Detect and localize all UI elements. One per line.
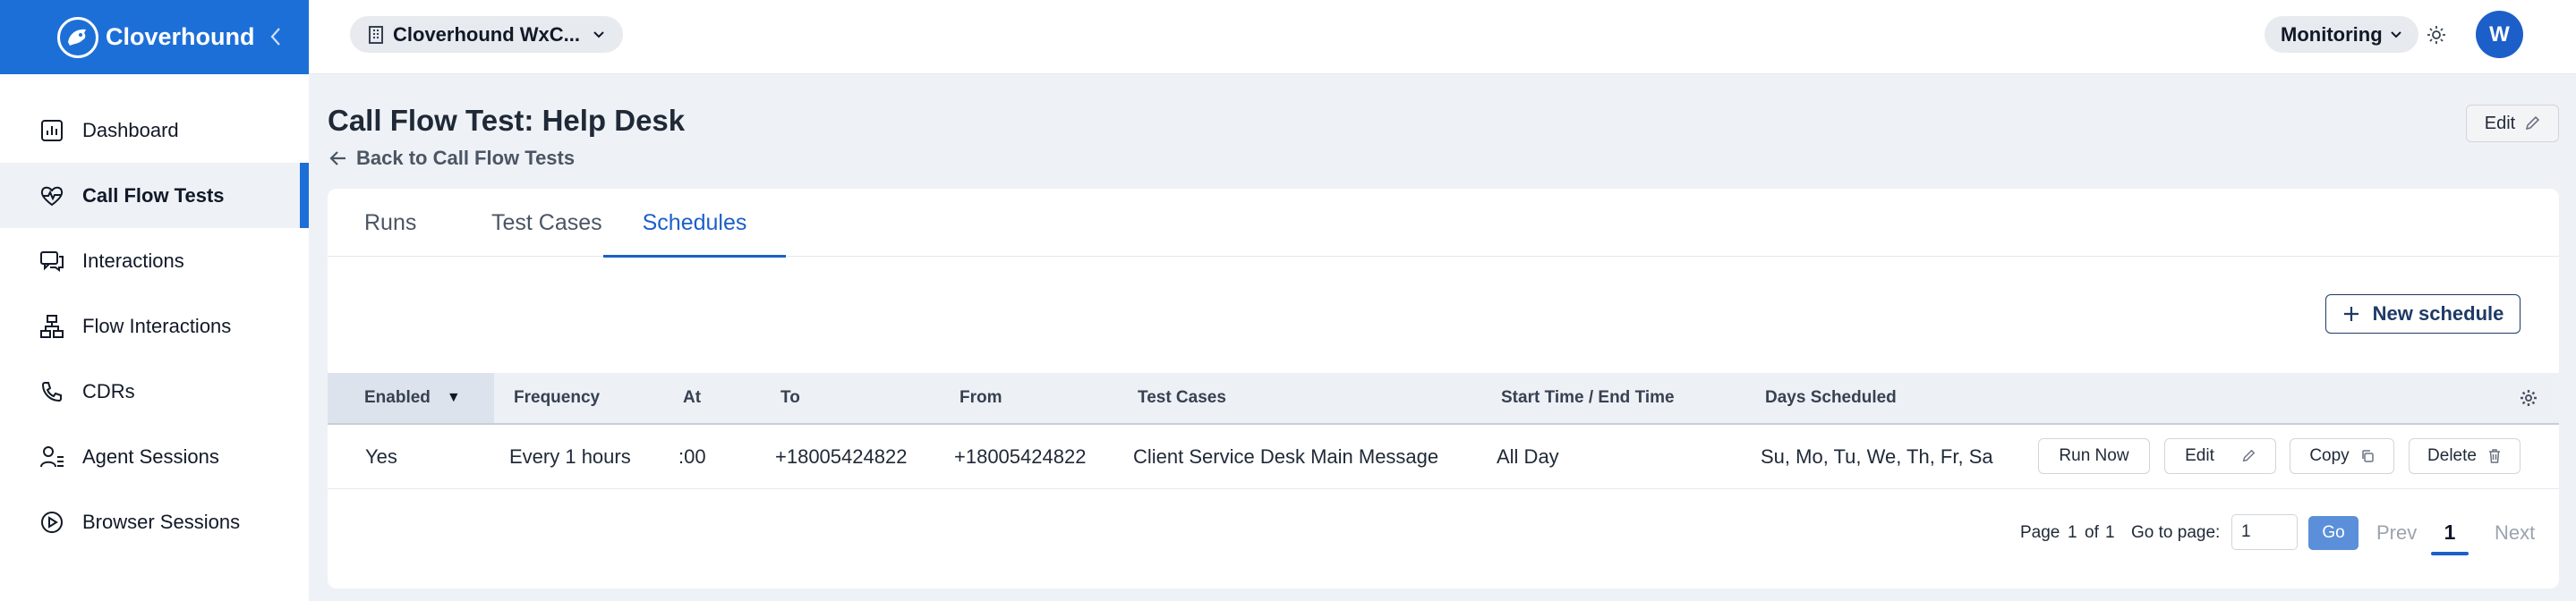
tab-runs[interactable]: Runs bbox=[364, 189, 416, 257]
sidebar-item-interactions[interactable]: Interactions bbox=[0, 228, 309, 293]
back-link-label: Back to Call Flow Tests bbox=[356, 147, 576, 169]
sort-descending-icon: ▼ bbox=[446, 390, 461, 405]
chevron-down-icon bbox=[2390, 30, 2402, 39]
sidebar-item-label: Dashboard bbox=[82, 118, 179, 141]
sidebar-item-call-flow-tests[interactable]: Call Flow Tests bbox=[0, 163, 309, 228]
heart-pulse-icon bbox=[38, 182, 66, 210]
sidebar-item-label: Call Flow Tests bbox=[82, 183, 225, 207]
column-header-at[interactable]: At bbox=[683, 373, 701, 423]
cell-test-cases: Client Service Desk Main Message bbox=[1133, 445, 1439, 468]
new-schedule-label: New schedule bbox=[2372, 302, 2504, 325]
cell-at: :00 bbox=[678, 445, 706, 468]
sidebar-item-cdrs[interactable]: CDRs bbox=[0, 359, 309, 424]
trash-icon bbox=[2487, 448, 2502, 464]
sidebar-nav: Dashboard Call Flow Tests Interactions F… bbox=[0, 74, 309, 554]
cloverhound-logo-icon bbox=[57, 16, 98, 58]
table-header: Enabled ▼ Frequency At To From Test Case… bbox=[328, 373, 2559, 425]
back-link[interactable]: Back to Call Flow Tests bbox=[329, 147, 575, 170]
new-schedule-button[interactable]: New schedule bbox=[2325, 294, 2521, 334]
chat-bubbles-icon bbox=[38, 247, 66, 275]
tab-schedules[interactable]: Schedules bbox=[603, 189, 786, 258]
column-header-frequency[interactable]: Frequency bbox=[514, 373, 600, 423]
tab-test-cases[interactable]: Test Cases bbox=[491, 189, 602, 257]
org-name: Cloverhound WxC... bbox=[393, 22, 580, 46]
column-header-test-cases[interactable]: Test Cases bbox=[1138, 373, 1226, 423]
goto-label: Go to page: bbox=[2131, 523, 2221, 542]
play-circle-icon bbox=[38, 508, 66, 537]
collapse-sidebar-chevron-left-icon[interactable] bbox=[262, 23, 289, 50]
sidebar-item-agent-sessions[interactable]: Agent Sessions bbox=[0, 424, 309, 489]
page-number-button[interactable]: 1 bbox=[2431, 512, 2469, 555]
sidebar-item-label: Agent Sessions bbox=[82, 444, 219, 468]
cell-enabled: Yes bbox=[365, 445, 397, 468]
brand-name: Cloverhound bbox=[106, 23, 255, 50]
pencil-icon bbox=[2241, 449, 2256, 463]
delete-schedule-label: Delete bbox=[2427, 446, 2477, 465]
edit-test-label: Edit bbox=[2484, 113, 2516, 133]
pagination: Page 1 of 1 Go to page: Go Prev 1 Next bbox=[328, 489, 2559, 579]
user-list-icon bbox=[38, 443, 66, 471]
next-page-link[interactable]: Next bbox=[2495, 516, 2535, 550]
edit-test-button[interactable]: Edit bbox=[2466, 105, 2559, 142]
user-avatar[interactable]: W bbox=[2476, 11, 2523, 58]
flow-diagram-icon bbox=[38, 312, 66, 341]
column-header-label: Enabled bbox=[364, 388, 431, 407]
bar-chart-icon bbox=[38, 116, 66, 145]
table-row: Yes Every 1 hours :00 +18005424822 +1800… bbox=[328, 425, 2559, 489]
copy-icon bbox=[2360, 449, 2375, 463]
total-pages: 1 bbox=[2105, 523, 2115, 542]
cell-from: +18005424822 bbox=[954, 445, 1087, 468]
cell-frequency: Every 1 hours bbox=[509, 445, 631, 468]
current-page: 1 bbox=[2068, 523, 2077, 542]
sidebar-item-label: Interactions bbox=[82, 249, 184, 272]
theme-toggle-sun-icon[interactable] bbox=[2423, 21, 2450, 48]
run-now-label: Run Now bbox=[2059, 446, 2129, 465]
column-header-to[interactable]: To bbox=[780, 373, 800, 423]
sidebar-item-label: Flow Interactions bbox=[82, 314, 232, 337]
cell-to: +18005424822 bbox=[775, 445, 908, 468]
go-button[interactable]: Go bbox=[2308, 516, 2358, 550]
page-title: Call Flow Test: Help Desk bbox=[328, 104, 686, 137]
sidebar-item-label: CDRs bbox=[82, 379, 135, 402]
sidebar-item-label: Browser Sessions bbox=[82, 510, 241, 533]
tab-bar: Runs Test Cases Schedules bbox=[328, 189, 2559, 258]
plus-icon bbox=[2342, 305, 2360, 323]
chevron-down-icon bbox=[593, 30, 605, 39]
copy-schedule-label: Copy bbox=[2309, 446, 2350, 465]
mode-selector[interactable]: Monitoring bbox=[2265, 16, 2418, 53]
page-label: Page bbox=[2020, 523, 2060, 542]
content-card: Runs Test Cases Schedules New schedule E… bbox=[328, 189, 2559, 588]
mode-label: Monitoring bbox=[2281, 22, 2383, 46]
edit-schedule-label: Edit bbox=[2185, 446, 2214, 465]
pencil-icon bbox=[2524, 115, 2540, 131]
column-header-enabled[interactable]: Enabled ▼ bbox=[328, 373, 494, 423]
brand-header: Cloverhound bbox=[0, 0, 309, 74]
copy-schedule-button[interactable]: Copy bbox=[2290, 438, 2394, 474]
sidebar: Cloverhound Dashboard Call Flow Tests In… bbox=[0, 0, 309, 601]
sidebar-item-dashboard[interactable]: Dashboard bbox=[0, 97, 309, 163]
sidebar-item-flow-interactions[interactable]: Flow Interactions bbox=[0, 293, 309, 359]
gear-icon[interactable] bbox=[2520, 389, 2539, 409]
column-header-days-scheduled[interactable]: Days Scheduled bbox=[1765, 373, 1897, 423]
arrow-left-icon bbox=[329, 150, 347, 166]
cell-days: Su, Mo, Tu, We, Th, Fr, Sa bbox=[1761, 445, 1993, 468]
run-now-button[interactable]: Run Now bbox=[2038, 438, 2150, 474]
of-label: of bbox=[2085, 523, 2099, 542]
org-selector[interactable]: Cloverhound WxC... bbox=[350, 16, 623, 53]
column-header-from[interactable]: From bbox=[960, 373, 1002, 423]
building-icon bbox=[368, 25, 384, 45]
cell-time: All Day bbox=[1497, 445, 1559, 468]
topbar: Cloverhound WxC... Monitoring W bbox=[309, 0, 2576, 74]
goto-page-input[interactable] bbox=[2231, 514, 2298, 550]
column-header-start-end-time[interactable]: Start Time / End Time bbox=[1501, 373, 1675, 423]
prev-page-link[interactable]: Prev bbox=[2376, 516, 2417, 550]
phone-icon bbox=[38, 377, 66, 406]
delete-schedule-button[interactable]: Delete bbox=[2409, 438, 2521, 474]
edit-schedule-button[interactable]: Edit bbox=[2164, 438, 2276, 474]
sidebar-item-browser-sessions[interactable]: Browser Sessions bbox=[0, 489, 309, 554]
